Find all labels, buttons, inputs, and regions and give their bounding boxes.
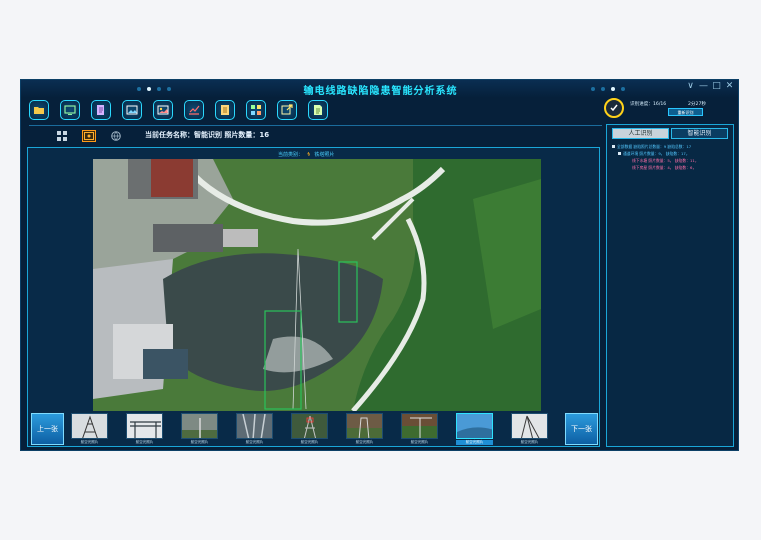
tree-toggle-icon[interactable] [618,152,621,155]
thumbnail-item[interactable]: 航空光照片 [71,413,108,445]
current-category-value: 铁塔照片 [314,152,335,158]
tree-toggle-icon[interactable] [612,145,615,148]
check-icon [610,104,618,112]
tree-item-house[interactable]: 线下房屋 照片数量：4， 缺陷数：6， [612,164,699,171]
recognition-panel: 人工识别 智能识别 全部数据 缺陷照片总数量：9 缺陷总数：17 通道环境 照片… [606,124,734,447]
toolbar [21,98,611,128]
title-decoration-right [591,87,625,91]
thumbnail-image [291,413,328,439]
app-title: 输电线路缺陷隐患智能分析系统 [303,86,458,97]
main-window: 输电线路缺陷隐患智能分析系统 ∨ — □ ✕ 识别进度：16/16 2分27秒 … [20,79,739,451]
tree-item-label: 通道环境 照片数量：9， 缺陷数：17， [623,151,690,156]
thumbnail-label: 航空光照片 [190,440,209,444]
thumbnail-item[interactable]: 航空光照片 [346,413,383,445]
thumbnail-item[interactable]: 航空光照片 [291,413,328,445]
chart-icon[interactable] [184,100,204,120]
aerial-photo[interactable] [93,159,541,411]
edit-icon[interactable] [91,100,111,120]
tree-item-channel[interactable]: 通道环境 照片数量：9， 缺陷数：17， [612,150,699,157]
document-icon[interactable] [308,100,328,120]
tab-manual-recognition[interactable]: 人工识别 [612,128,669,139]
thumbnail-label: 航空光照片 [80,440,99,444]
thumbnail-image [346,413,383,439]
task-info: 当前任务名称：智能识别 照片数量：16 [145,131,270,139]
defect-tree: 全部数据 缺陷照片总数量：9 缺陷总数：17 通道环境 照片数量：9， 缺陷数：… [612,143,699,171]
tab-smart-recognition[interactable]: 智能识别 [671,128,728,139]
grid-icon[interactable] [246,100,266,120]
export-icon[interactable] [277,100,297,120]
thumbnail-label: 航空光照片 [245,440,264,444]
image-viewer-panel: 当前类别： ϟ 铁塔照片 上一张 下一张 航空光照片 航空光照片 航空光照片 航… [27,147,600,447]
sub-toolbar: 当前任务名称：智能识别 照片数量：16 [29,125,602,147]
thumbnail-image [456,413,493,439]
dropdown-button[interactable]: ∨ [685,81,696,92]
thumbnail-item[interactable]: 航空光照片 [126,413,163,445]
single-view-icon[interactable] [82,130,96,142]
restart-button[interactable]: 重新识别 [668,108,703,116]
current-category-label: 当前类别： [278,152,304,158]
tree-item-all[interactable]: 全部数据 缺陷照片总数量：9 缺陷总数：17 [612,143,699,150]
maximize-button[interactable]: □ [711,81,722,92]
thumbnail-label: 航空光照片 [520,440,539,444]
thumbnail-label: 航空光照片 [410,440,429,444]
recognition-tabs: 人工识别 智能识别 [612,128,728,139]
prev-button[interactable]: 上一张 [31,413,64,445]
screen-icon[interactable] [60,100,80,120]
thumbnail-item[interactable]: 航空光照片 [401,413,438,445]
thumbnail-item-selected[interactable]: 航空光照片 [456,413,493,445]
thumbnail-image [126,413,163,439]
thumbnail-item[interactable]: 航空光照片 [181,413,218,445]
tree-item-label: 线下房屋 照片数量：4， 缺陷数：6， [632,165,697,170]
tree-item-label: 全部数据 缺陷照片总数量：9 缺陷总数：17 [617,144,692,149]
gallery-icon[interactable] [153,100,173,120]
lightning-icon: ϟ [307,152,311,158]
globe-icon[interactable] [109,130,123,142]
title-bar: 输电线路缺陷隐患智能分析系统 ∨ — □ ✕ [21,80,738,98]
thumbnail-item[interactable]: 航空光照片 [511,413,548,445]
thumbnail-strip: 航空光照片 航空光照片 航空光照片 航空光照片 航空光照片 航空光照片 航空光照… [68,413,558,447]
open-folder-icon[interactable] [29,100,49,120]
minimize-button[interactable]: — [698,81,709,92]
thumbnail-label: 航空光照片 [135,440,154,444]
progress-time: 2分27秒 [688,102,706,107]
current-category: 当前类别： ϟ 铁塔照片 [278,151,334,158]
thumbnail-image [236,413,273,439]
close-button[interactable]: ✕ [724,81,735,92]
progress-gauge [604,98,624,118]
thumbnail-label: 航空光照片 [300,440,319,444]
report-icon[interactable] [215,100,235,120]
thumbnail-image [511,413,548,439]
grid-view-icon[interactable] [55,130,69,142]
thumbnail-image [71,413,108,439]
thumbnail-image [181,413,218,439]
thumbnail-label: 航空光照片 [355,440,374,444]
tree-item-label: 线下水塘 照片数量：5， 缺陷数：11， [632,158,699,163]
next-button[interactable]: 下一张 [565,413,598,445]
aerial-photo-image [93,159,541,411]
thumbnail-image [401,413,438,439]
progress-label: 识别进度：16/16 [630,102,667,107]
tree-item-pond[interactable]: 线下水塘 照片数量：5， 缺陷数：11， [612,157,699,164]
progress-panel: 识别进度：16/16 2分27秒 重新识别 [601,98,738,124]
thumbnail-label: 航空光照片 [456,440,493,445]
thumbnail-item[interactable]: 航空光照片 [236,413,273,445]
image-icon[interactable] [122,100,142,120]
